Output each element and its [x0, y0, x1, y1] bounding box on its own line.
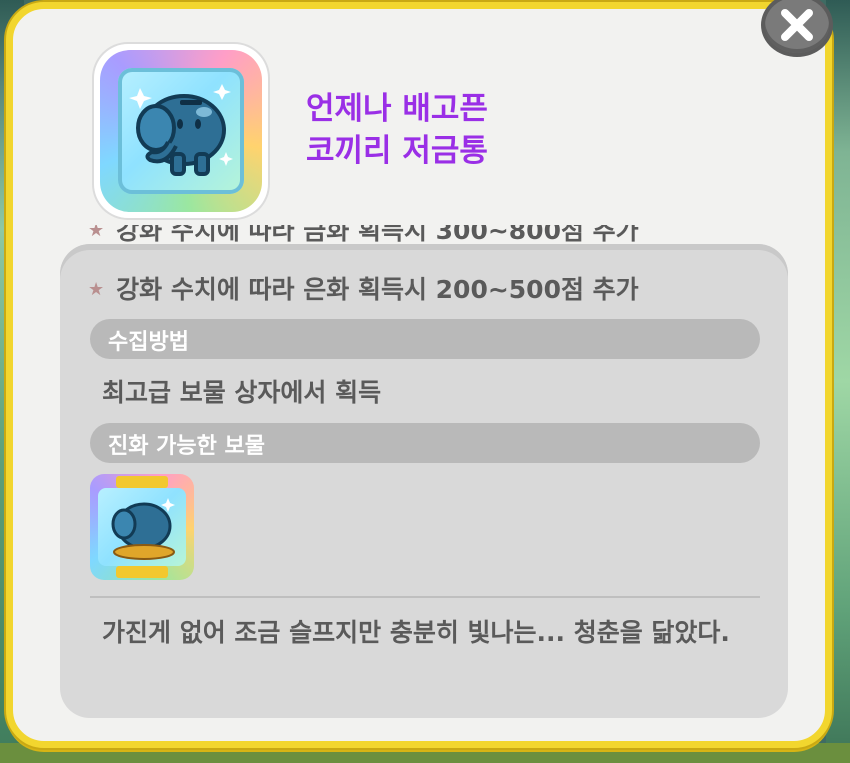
section-title-collect: 수집방법 [108, 330, 189, 355]
evolved-treasure-thumbnail[interactable] [90, 474, 194, 580]
close-icon[interactable] [761, 0, 833, 57]
star-bullet-icon: ★ [88, 225, 105, 241]
flavor-text: 가진게 없어 조금 슬프지만 충분히 빛나는... 청춘을 닮았다. [102, 618, 730, 647]
item-name-line1: 언제나 배고픈 [306, 91, 488, 127]
golden-elephant-piggybank-icon [98, 488, 186, 566]
section-header-collect: 수집방법 [90, 319, 760, 359]
item-name: 언제나 배고픈 코끼리 저금통 [306, 88, 488, 172]
star-bullet-icon: ★ [88, 279, 105, 300]
rainbow-border [100, 50, 262, 212]
effect-text-silver: 강화 수치에 따라 은화 획득시 200~500점 추가 [116, 275, 639, 304]
item-name-line2: 코끼리 저금통 [306, 133, 488, 169]
collect-method-text: 최고급 보물 상자에서 획득 [102, 378, 382, 407]
effect-text-gold: 강화 수치에 따라 금화 획득시 300~800점 추가 [116, 225, 639, 245]
section-title-evolve: 진화 가능한 보물 [108, 434, 265, 459]
thumb-bottom-cap [116, 566, 168, 578]
close-button[interactable] [760, 0, 834, 57]
treasure-icon-frame [94, 44, 268, 218]
divider [90, 596, 760, 598]
effect-line-silver: ★ 강화 수치에 따라 은화 획득시 200~500점 추가 [88, 270, 639, 306]
thumb-top-cap [116, 476, 168, 488]
effect-line-gold: ★ 강화 수치에 따라 금화 획득시 300~800점 추가 [88, 225, 639, 255]
section-header-evolve: 진화 가능한 보물 [90, 423, 760, 463]
elephant-piggybank-icon [118, 68, 244, 194]
